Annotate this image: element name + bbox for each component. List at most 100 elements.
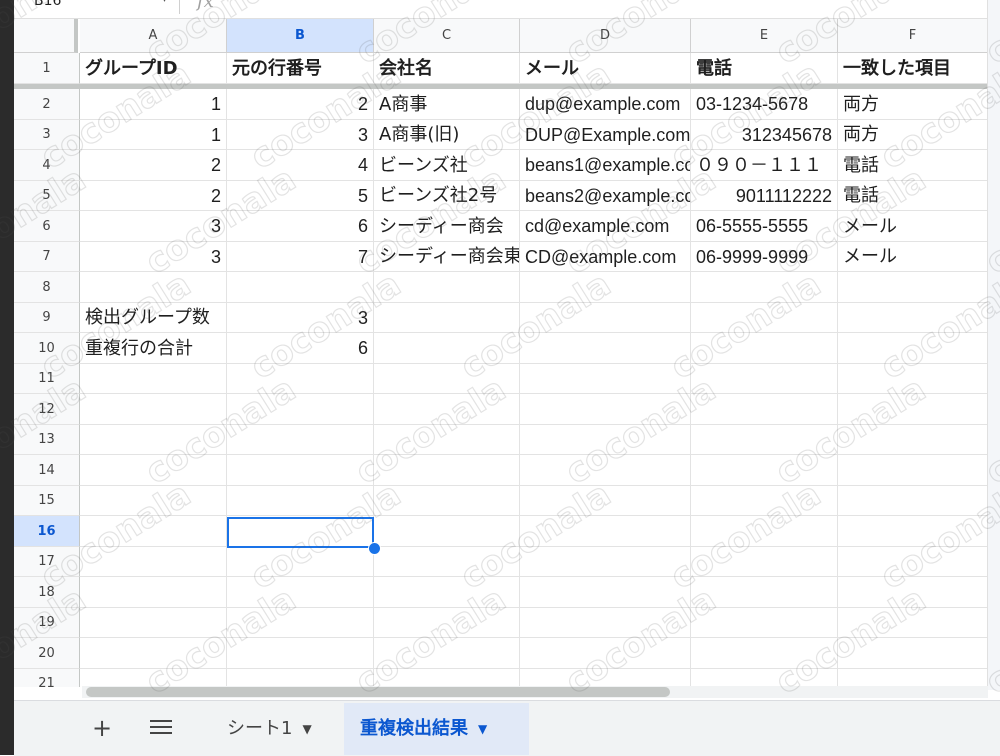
cell-e17[interactable] [691, 547, 838, 577]
cell-c15[interactable] [374, 486, 520, 516]
add-sheet-button[interactable]: + [92, 716, 112, 740]
cell-b10[interactable]: 6 [227, 333, 374, 364]
cell-f2[interactable]: 両方 [838, 89, 988, 120]
cell-d15[interactable] [520, 486, 691, 516]
cell-b9[interactable]: 3 [227, 303, 374, 333]
cell-d17[interactable] [520, 547, 691, 577]
cell-c14[interactable] [374, 455, 520, 486]
cell-a17[interactable] [80, 547, 227, 577]
tab-duplicate-results[interactable]: 重複検出結果 ▼ [344, 703, 529, 755]
cell-a15[interactable] [80, 486, 227, 516]
cell-c1[interactable]: 会社名 [374, 53, 520, 84]
row-header-11[interactable]: 11 [14, 364, 80, 394]
cell-e11[interactable] [691, 364, 838, 394]
cell-c5[interactable]: ビーンズ社2号 [374, 181, 520, 211]
row-header-8[interactable]: 8 [14, 272, 80, 303]
cell-e21[interactable] [691, 669, 838, 687]
cell-d10[interactable] [520, 333, 691, 364]
cell-b20[interactable] [227, 638, 374, 669]
cell-e1[interactable]: 電話 [691, 53, 838, 84]
horizontal-scrollbar-thumb[interactable] [86, 687, 670, 697]
column-header-d[interactable]: D [520, 19, 691, 53]
cell-f4[interactable]: 電話 [838, 150, 988, 181]
cell-c9[interactable] [374, 303, 520, 333]
row-header-2[interactable]: 2 [14, 89, 80, 120]
cell-b17[interactable] [227, 547, 374, 577]
cell-d12[interactable] [520, 394, 691, 425]
row-header-17[interactable]: 17 [14, 547, 80, 577]
column-header-b[interactable]: B [227, 19, 374, 53]
cell-f11[interactable] [838, 364, 988, 394]
active-cell-selection[interactable] [227, 517, 374, 548]
cell-e13[interactable] [691, 425, 838, 455]
cell-c4[interactable]: ビーンズ社 [374, 150, 520, 181]
cell-b15[interactable] [227, 486, 374, 516]
cell-e12[interactable] [691, 394, 838, 425]
cell-b19[interactable] [227, 608, 374, 638]
cell-e9[interactable] [691, 303, 838, 333]
cell-c20[interactable] [374, 638, 520, 669]
cell-c12[interactable] [374, 394, 520, 425]
cell-c8[interactable] [374, 272, 520, 303]
row-header-18[interactable]: 18 [14, 577, 80, 608]
cell-a8[interactable] [80, 272, 227, 303]
cell-d9[interactable] [520, 303, 691, 333]
cell-b1[interactable]: 元の行番号 [227, 53, 374, 84]
cell-b8[interactable] [227, 272, 374, 303]
cell-f21[interactable] [838, 669, 988, 687]
cell-c13[interactable] [374, 425, 520, 455]
all-sheets-menu-icon[interactable] [150, 716, 172, 738]
cell-e16[interactable] [691, 516, 838, 547]
cell-b4[interactable]: 4 [227, 150, 374, 181]
caret-down-icon[interactable]: ▼ [302, 722, 311, 736]
cell-c17[interactable] [374, 547, 520, 577]
cell-d13[interactable] [520, 425, 691, 455]
cell-e15[interactable] [691, 486, 838, 516]
cell-b5[interactable]: 5 [227, 181, 374, 211]
cell-a14[interactable] [80, 455, 227, 486]
row-header-19[interactable]: 19 [14, 608, 80, 638]
cell-c7[interactable]: シーディー商会東京 [374, 242, 520, 272]
select-all-corner[interactable] [14, 19, 78, 53]
cell-f1[interactable]: 一致した項目 [838, 53, 988, 84]
cell-c18[interactable] [374, 577, 520, 608]
row-header-15[interactable]: 15 [14, 486, 80, 516]
cell-f18[interactable] [838, 577, 988, 608]
cell-a6[interactable]: 3 [80, 211, 227, 242]
cell-d2[interactable]: dup@example.com [520, 89, 691, 120]
tab-sheet1[interactable]: シート1 ▼ [210, 703, 338, 755]
row-header-3[interactable]: 3 [14, 120, 80, 150]
cell-b6[interactable]: 6 [227, 211, 374, 242]
cell-f16[interactable] [838, 516, 988, 547]
cell-b21[interactable] [227, 669, 374, 687]
chevron-down-icon[interactable]: ▾ [162, 0, 167, 5]
cell-e4[interactable]: ０９０－１１１ [691, 150, 838, 181]
cell-f10[interactable] [838, 333, 988, 364]
row-header-9[interactable]: 9 [14, 303, 80, 333]
column-header-f[interactable]: F [838, 19, 988, 53]
cell-f17[interactable] [838, 547, 988, 577]
cell-b13[interactable] [227, 425, 374, 455]
cell-b12[interactable] [227, 394, 374, 425]
row-header-5[interactable]: 5 [14, 181, 80, 211]
cell-d7[interactable]: CD@example.com [520, 242, 691, 272]
cell-d6[interactable]: cd@example.com [520, 211, 691, 242]
cell-e10[interactable] [691, 333, 838, 364]
column-header-c[interactable]: C [374, 19, 520, 53]
cell-b11[interactable] [227, 364, 374, 394]
cell-a1[interactable]: グループID [80, 53, 227, 84]
cell-e7[interactable]: 06-9999-9999 [691, 242, 838, 272]
cell-b3[interactable]: 3 [227, 120, 374, 150]
cell-f13[interactable] [838, 425, 988, 455]
cell-a18[interactable] [80, 577, 227, 608]
cell-a12[interactable] [80, 394, 227, 425]
cell-e20[interactable] [691, 638, 838, 669]
cell-f7[interactable]: メール [838, 242, 988, 272]
cell-d21[interactable] [520, 669, 691, 687]
cell-d14[interactable] [520, 455, 691, 486]
cell-d3[interactable]: DUP@Example.com [520, 120, 691, 150]
cell-a21[interactable] [80, 669, 227, 687]
cell-f9[interactable] [838, 303, 988, 333]
row-header-10[interactable]: 10 [14, 333, 80, 364]
cell-a11[interactable] [80, 364, 227, 394]
